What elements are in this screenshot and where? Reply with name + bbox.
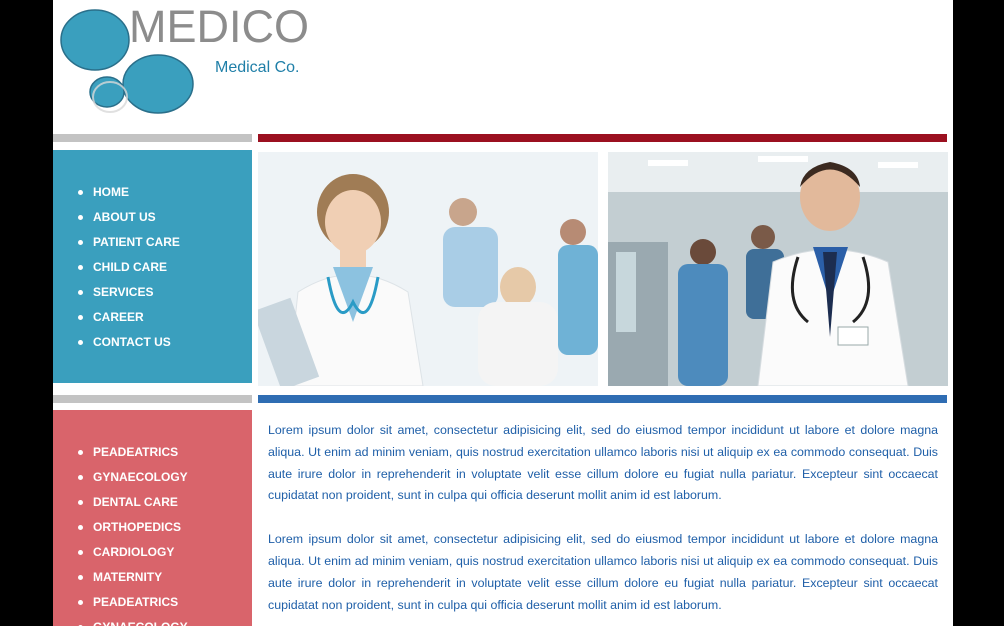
bullet-icon <box>78 550 83 555</box>
dept-link[interactable]: MATERNITY <box>93 570 162 584</box>
dept-item-peadeatrics[interactable]: PEADEATRICS <box>53 590 252 615</box>
separator-blue <box>258 395 947 403</box>
nav-item-contact-us[interactable]: CONTACT US <box>53 330 252 355</box>
bullet-icon <box>78 315 83 320</box>
separator-red <box>258 134 947 142</box>
bullet-icon <box>78 290 83 295</box>
dept-link[interactable]: DENTAL CARE <box>93 495 178 509</box>
photo-male-doctor <box>608 152 948 386</box>
male-doctor-illustration <box>608 152 948 386</box>
brand-name: MEDICO <box>129 1 309 52</box>
bullet-icon <box>78 340 83 345</box>
dept-link[interactable]: GYNAECOLOGY <box>93 620 188 626</box>
dept-item-gynaecology[interactable]: GYNAECOLOGY <box>53 615 252 626</box>
dept-link[interactable]: CARDIOLOGY <box>93 545 174 559</box>
dept-item-peadeatrics[interactable]: PEADEATRICS <box>53 440 252 465</box>
separator-gray-top <box>53 134 252 142</box>
nav-item-career[interactable]: CAREER <box>53 305 252 330</box>
bullet-icon <box>78 500 83 505</box>
dept-link[interactable]: ORTHOPEDICS <box>93 520 181 534</box>
bullet-icon <box>78 265 83 270</box>
dept-link[interactable]: PEADEATRICS <box>93 595 178 609</box>
nav-link[interactable]: HOME <box>93 185 129 199</box>
page: MEDICO Medical Co. HOME ABOUT US PATIENT C… <box>53 0 953 626</box>
main-content: Lorem ipsum dolor sit amet, consectetur … <box>268 420 938 626</box>
main-nav: HOME ABOUT US PATIENT CARE CHILD CARE SERVIC… <box>53 150 252 383</box>
logo[interactable]: MEDICO Medical Co. <box>53 0 353 130</box>
female-doctor-illustration <box>258 152 598 386</box>
main-nav-list: HOME ABOUT US PATIENT CARE CHILD CARE SERVIC… <box>53 150 252 355</box>
departments-nav: PEADEATRICS GYNAECOLOGY DENTAL CARE ORTHOPE… <box>53 410 252 626</box>
bullet-icon <box>78 575 83 580</box>
bullet-icon <box>78 215 83 220</box>
dept-item-cardiology[interactable]: CARDIOLOGY <box>53 540 252 565</box>
dept-item-orthopedics[interactable]: ORTHOPEDICS <box>53 515 252 540</box>
dept-item-gynaecology[interactable]: GYNAECOLOGY <box>53 465 252 490</box>
nav-link[interactable]: CHILD CARE <box>93 260 167 274</box>
bullet-icon <box>78 450 83 455</box>
nav-link[interactable]: PATIENT CARE <box>93 235 180 249</box>
bullet-icon <box>78 600 83 605</box>
nav-item-child-care[interactable]: CHILD CARE <box>53 255 252 280</box>
bullet-icon <box>78 190 83 195</box>
bullet-icon <box>78 240 83 245</box>
separator-gray-bottom <box>53 395 252 403</box>
nav-link[interactable]: CONTACT US <box>93 335 171 349</box>
bullet-icon <box>78 525 83 530</box>
photo-female-doctor <box>258 152 598 386</box>
dept-item-maternity[interactable]: MATERNITY <box>53 565 252 590</box>
departments-nav-list: PEADEATRICS GYNAECOLOGY DENTAL CARE ORTHOPE… <box>53 410 252 626</box>
nav-link[interactable]: SERVICES <box>93 285 153 299</box>
nav-link[interactable]: ABOUT US <box>93 210 156 224</box>
nav-link[interactable]: CAREER <box>93 310 144 324</box>
dept-link[interactable]: PEADEATRICS <box>93 445 178 459</box>
nav-item-services[interactable]: SERVICES <box>53 280 252 305</box>
content-paragraph: Lorem ipsum dolor sit amet, consectetur … <box>268 532 938 612</box>
dept-item-dental-care[interactable]: DENTAL CARE <box>53 490 252 515</box>
content-paragraph: Lorem ipsum dolor sit amet, consectetur … <box>268 423 938 503</box>
bullet-icon <box>78 475 83 480</box>
brand-tagline: Medical Co. <box>215 59 300 76</box>
nav-item-patient-care[interactable]: PATIENT CARE <box>53 230 252 255</box>
dept-link[interactable]: GYNAECOLOGY <box>93 470 188 484</box>
nav-item-home[interactable]: HOME <box>53 180 252 205</box>
nav-item-about-us[interactable]: ABOUT US <box>53 205 252 230</box>
